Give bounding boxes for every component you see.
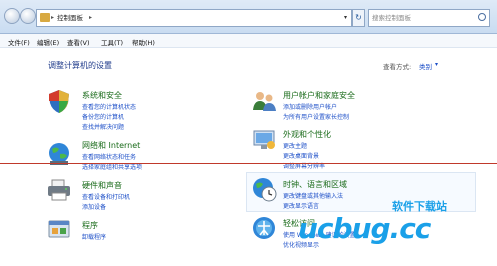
users-icon[interactable] [251,88,277,114]
link-change-display-language[interactable]: 更改显示语言 [283,201,319,210]
link-add-device[interactable]: 添加设备 [82,202,106,211]
view-by-dropdown[interactable]: 类别 [419,61,432,71]
chevron-right-icon: ▸ [51,14,55,21]
breadcrumb[interactable]: 控制面板 [57,10,83,26]
menu-tools[interactable]: 工具(T) [101,37,123,47]
link-parental-controls[interactable]: 为所有用户设置家长控制 [283,112,349,121]
chevron-down-icon[interactable]: ▾ [435,61,438,68]
search-icon[interactable] [478,13,486,21]
search-placeholder: 搜索控制面板 [372,14,411,22]
category-programs[interactable]: 程序 [82,220,98,231]
link-backup-computer[interactable]: 备份您的计算机 [82,112,124,121]
category-appearance[interactable]: 外观和个性化 [283,129,331,140]
link-change-theme[interactable]: 更改主题 [283,141,307,150]
menu-file[interactable]: 文件(F) [8,37,30,47]
menu-view[interactable]: 查看(V) [67,37,90,47]
shield-icon[interactable] [46,88,72,114]
programs-icon[interactable] [46,216,72,242]
search-input[interactable]: 搜索控制面板 [368,9,490,27]
page-title: 调整计算机的设置 [48,61,112,70]
annotation-line [0,163,497,164]
clock-globe-icon[interactable] [251,176,277,202]
category-user-accounts[interactable]: 用户帐户和家庭安全 [283,90,355,101]
menu-bar: 文件(F) 编辑(E) 查看(V) 工具(T) 帮助(H) [0,34,497,48]
address-bar[interactable]: ▸ 控制面板 ▸ ▾ [36,9,352,27]
watermark-logo: ucbug.cc [298,212,431,245]
link-view-computer-status[interactable]: 查看您的计算机状态 [82,102,136,111]
link-change-input-method[interactable]: 更改键盘或其他输入法 [283,191,343,200]
category-hardware-sound[interactable]: 硬件和声音 [82,180,122,191]
category-system-security[interactable]: 系统和安全 [82,90,122,101]
link-devices-printers[interactable]: 查看设备和打印机 [82,192,130,201]
category-network-internet[interactable]: 网络和 Internet [82,140,140,151]
printer-icon[interactable] [46,177,72,203]
menu-help[interactable]: 帮助(H) [132,37,155,47]
link-find-fix-problems[interactable]: 查找并解决问题 [82,122,124,131]
link-network-status[interactable]: 查看网络状态和任务 [82,152,136,161]
back-button[interactable] [4,8,20,24]
chevron-down-icon[interactable]: ▾ [344,10,347,26]
chevron-right-icon: ▸ [89,14,93,21]
link-desktop-background[interactable]: 更改桌面背景 [283,151,319,160]
view-by-label: 查看方式: [383,63,412,71]
category-clock-language-region[interactable]: 时钟、语言和区域 [283,179,347,190]
control-panel-icon [40,13,50,22]
menu-edit[interactable]: 编辑(E) [37,37,59,47]
link-uninstall-program[interactable]: 卸载程序 [82,232,106,241]
forward-button[interactable] [20,8,36,24]
address-toolbar: ▸ 控制面板 ▸ ▾ ↻ 搜索控制面板 [0,0,497,34]
refresh-button[interactable]: ↻ [352,9,365,27]
link-add-remove-accounts[interactable]: 添加或删除用户帐户 [283,102,337,111]
appearance-icon[interactable] [251,126,277,152]
ease-of-access-icon[interactable] [251,215,277,241]
